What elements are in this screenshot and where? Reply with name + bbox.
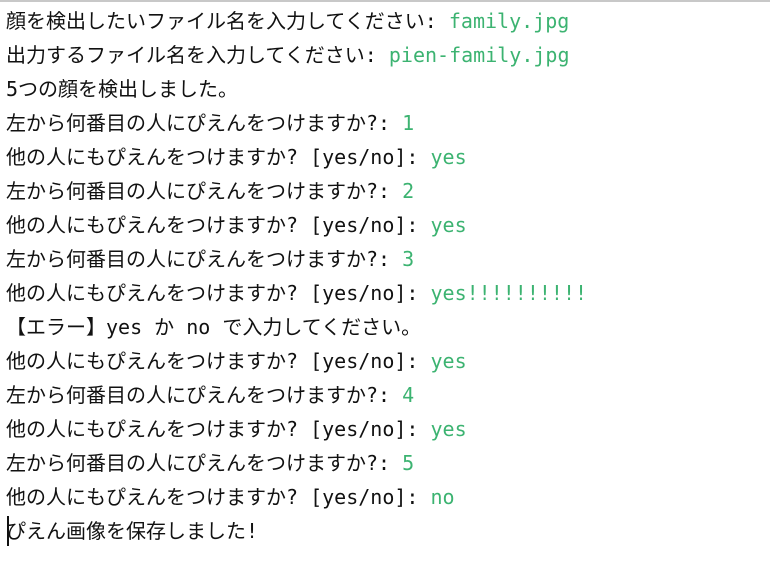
terminal-line: ぴえん画像を保存しました! bbox=[6, 514, 770, 548]
line-prompt: 出力するファイル名を入力してください: bbox=[6, 43, 389, 67]
line-prompt: ぴえん画像を保存しました! bbox=[6, 519, 259, 543]
line-prompt: 左から何番目の人にぴえんをつけますか?: bbox=[6, 383, 403, 407]
line-input: yes bbox=[430, 349, 467, 373]
line-input: 1 bbox=[402, 111, 415, 135]
line-input: yes bbox=[430, 213, 467, 237]
line-input: no bbox=[430, 485, 455, 509]
terminal-line: 他の人にもぴえんをつけますか? [yes/no]: yes bbox=[6, 140, 770, 174]
line-prompt: 左から何番目の人にぴえんをつけますか?: bbox=[6, 247, 403, 271]
line-input: yes!!!!!!!!!! bbox=[430, 281, 588, 305]
terminal-line: 他の人にもぴえんをつけますか? [yes/no]: yes bbox=[6, 208, 770, 242]
terminal-line: 他の人にもぴえんをつけますか? [yes/no]: yes bbox=[6, 412, 770, 446]
line-input: family.jpg bbox=[448, 9, 570, 33]
line-input: pien-family.jpg bbox=[388, 43, 570, 67]
line-prompt: 左から何番目の人にぴえんをつけますか?: bbox=[6, 179, 403, 203]
terminal-line: 左から何番目の人にぴえんをつけますか?: 5 bbox=[6, 446, 770, 480]
line-prompt: 他の人にもぴえんをつけますか? [yes/no]: bbox=[6, 213, 431, 237]
line-prompt: 顔を検出したいファイル名を入力してください: bbox=[6, 9, 449, 33]
terminal-window[interactable]: 顔を検出したいファイル名を入力してください: family.jpg 出力するファ… bbox=[0, 0, 770, 580]
terminal-line: 左から何番目の人にぴえんをつけますか?: 2 bbox=[6, 174, 770, 208]
terminal-line: 【エラー】yes か no で入力してください。 bbox=[6, 310, 770, 344]
terminal-line: 他の人にもぴえんをつけますか? [yes/no]: no bbox=[6, 480, 770, 514]
line-prompt: 他の人にもぴえんをつけますか? [yes/no]: bbox=[6, 145, 431, 169]
terminal-line: 左から何番目の人にぴえんをつけますか?: 1 bbox=[6, 106, 770, 140]
terminal-line: 他の人にもぴえんをつけますか? [yes/no]: yes bbox=[6, 344, 770, 378]
line-prompt: 左から何番目の人にぴえんをつけますか?: bbox=[6, 111, 403, 135]
line-prompt: 他の人にもぴえんをつけますか? [yes/no]: bbox=[6, 417, 431, 441]
line-prompt: 【エラー】yes か no で入力してください。 bbox=[6, 315, 422, 339]
terminal-line: 出力するファイル名を入力してください: pien-family.jpg bbox=[6, 38, 770, 72]
line-input: 3 bbox=[402, 247, 415, 271]
line-prompt: 他の人にもぴえんをつけますか? [yes/no]: bbox=[6, 349, 431, 373]
line-prompt: 左から何番目の人にぴえんをつけますか?: bbox=[6, 451, 403, 475]
text-cursor bbox=[7, 516, 9, 546]
line-input: 4 bbox=[402, 383, 415, 407]
line-prompt: 他の人にもぴえんをつけますか? [yes/no]: bbox=[6, 485, 431, 509]
terminal-line: 左から何番目の人にぴえんをつけますか?: 4 bbox=[6, 378, 770, 412]
terminal-line: 他の人にもぴえんをつけますか? [yes/no]: yes!!!!!!!!!! bbox=[6, 276, 770, 310]
line-input: 5 bbox=[402, 451, 415, 475]
line-prompt: 他の人にもぴえんをつけますか? [yes/no]: bbox=[6, 281, 431, 305]
line-prompt: 5つの顔を検出しました。 bbox=[6, 77, 239, 101]
terminal-line: 左から何番目の人にぴえんをつけますか?: 3 bbox=[6, 242, 770, 276]
terminal-line: 顔を検出したいファイル名を入力してください: family.jpg bbox=[6, 4, 770, 38]
top-divider bbox=[0, 0, 770, 2]
line-input: 2 bbox=[402, 179, 415, 203]
line-input: yes bbox=[430, 417, 467, 441]
terminal-line: 5つの顔を検出しました。 bbox=[6, 72, 770, 106]
line-input: yes bbox=[430, 145, 467, 169]
